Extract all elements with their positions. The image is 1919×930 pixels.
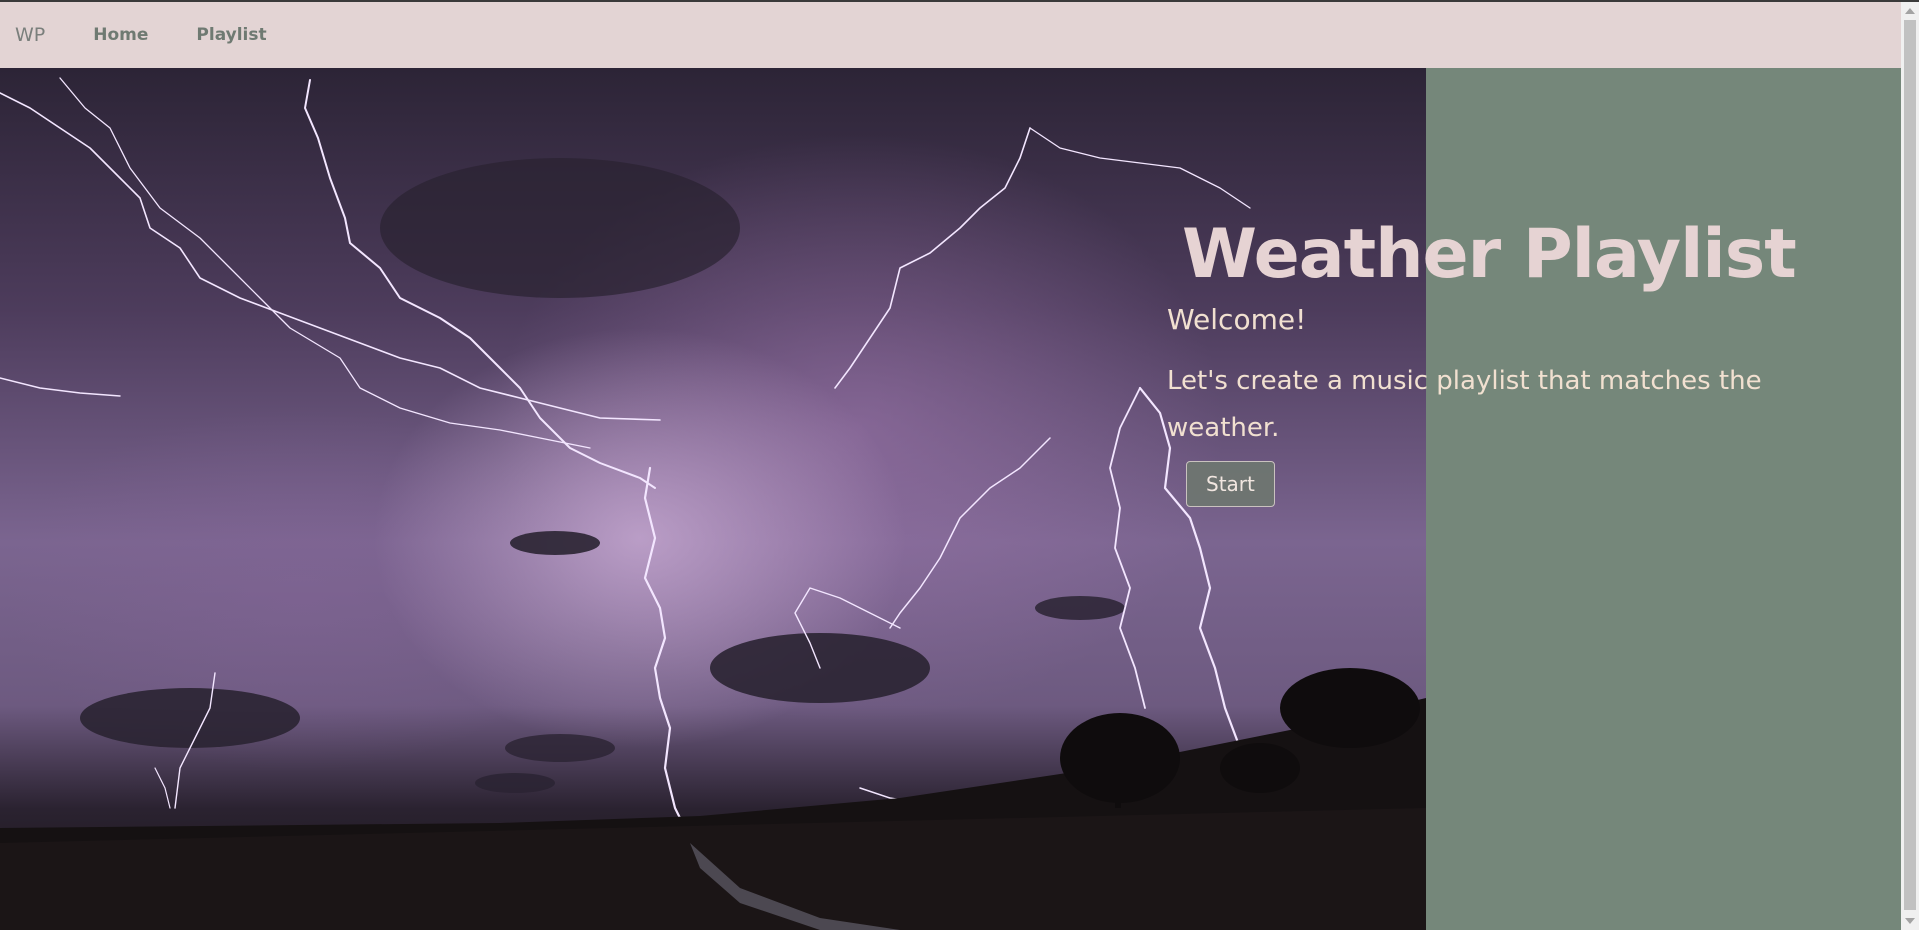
scrollbar-thumb[interactable]	[1904, 20, 1916, 910]
nav-link-playlist[interactable]: Playlist	[196, 25, 266, 45]
scroll-up-arrow-icon[interactable]	[1905, 8, 1915, 14]
brand-link[interactable]: WP	[15, 24, 45, 46]
scroll-down-arrow-icon[interactable]	[1905, 918, 1915, 924]
start-button[interactable]: Start	[1186, 461, 1275, 508]
page-title: Weather Playlist	[1182, 215, 1797, 294]
nav-link-home[interactable]: Home	[93, 25, 148, 45]
main-content: Weather Playlist Welcome! Let's create a…	[0, 68, 1901, 930]
description-text: Let's create a music playlist that match…	[1167, 365, 1762, 443]
vertical-scrollbar[interactable]	[1901, 2, 1919, 930]
navbar: WP Home Playlist	[0, 2, 1901, 68]
hero-text-block: Weather Playlist Welcome! Let's create a…	[1167, 215, 1817, 508]
welcome-text: Welcome!	[1167, 302, 1307, 336]
